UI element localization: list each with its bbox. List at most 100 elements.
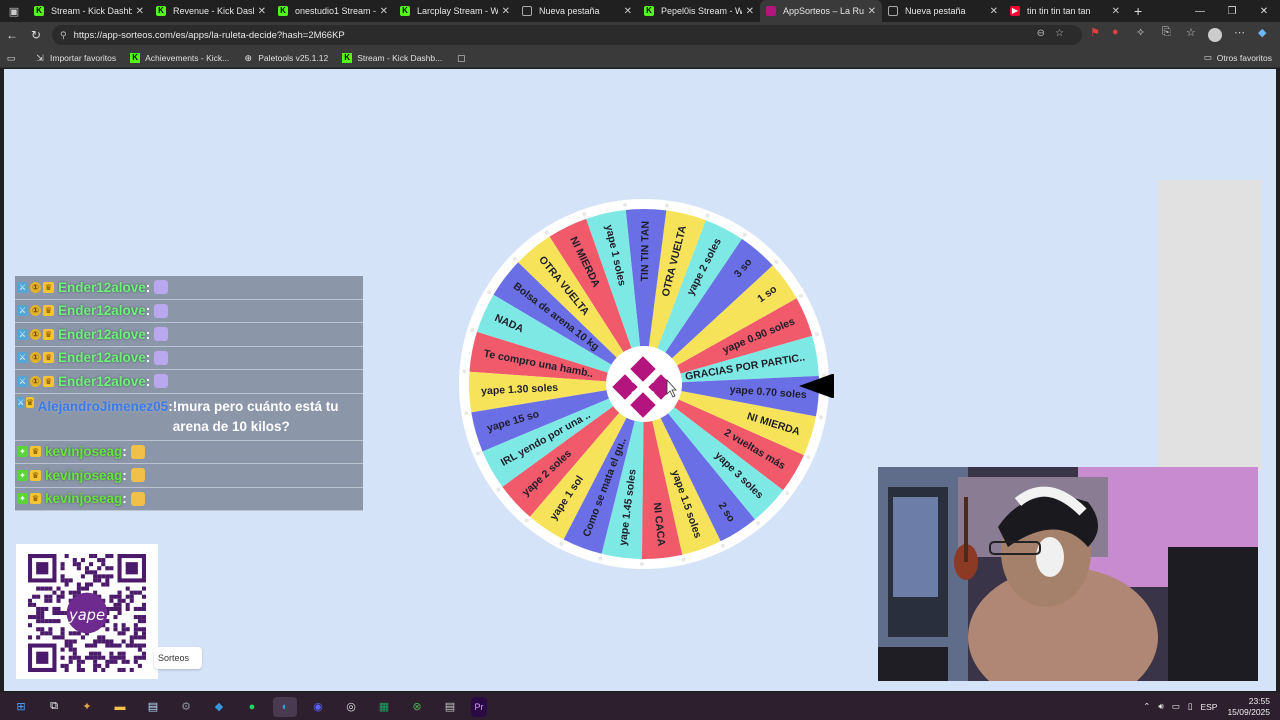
obs-icon[interactable]: ◎: [339, 697, 363, 717]
spotify-icon[interactable]: ●: [240, 697, 264, 717]
wheel-svg[interactable]: GRACIAS POR PARTIC..yape 0.90 soles1 so3…: [454, 194, 844, 574]
start-icon[interactable]: ⊞: [9, 697, 33, 717]
bookmark-item[interactable]: K Stream - Kick Dashb...: [342, 52, 442, 63]
chat-username[interactable]: Ender12alove: [58, 374, 146, 389]
close-tab-icon[interactable]: ✕: [380, 6, 388, 17]
favorite-star-icon[interactable]: ☆: [1055, 28, 1074, 39]
browser-tab[interactable]: ▶ tin tin tin tan tan ✕: [1004, 0, 1126, 22]
extension-icon[interactable]: ✧: [1136, 26, 1145, 39]
close-tab-icon[interactable]: ✕: [624, 6, 632, 17]
settings-icon[interactable]: ⚙: [174, 697, 198, 717]
bookmark-item[interactable]: ⊕ Paletools v25.1.12: [243, 53, 328, 63]
volume-icon[interactable]: 🔊︎: [1158, 701, 1163, 712]
chat-username[interactable]: kevinjoseag: [45, 491, 122, 506]
extension-icon[interactable]: ●: [1112, 26, 1119, 38]
chat-separator: :: [145, 350, 151, 366]
notepad-icon[interactable]: ▤: [141, 697, 165, 717]
minimize-icon[interactable]: —: [1184, 0, 1216, 22]
browser-tab[interactable]: Konestudio1 Stream - Watch ✕: [272, 0, 394, 22]
qr-module: [141, 602, 146, 607]
back-icon[interactable]: ←: [0, 28, 24, 42]
sub-badge-icon: ♛: [30, 493, 41, 505]
clock[interactable]: 23:55 15/09/2025: [1227, 696, 1270, 718]
browser-tab[interactable]: Nueva pestaña ✕: [882, 0, 1004, 22]
close-tab-icon[interactable]: ✕: [746, 6, 754, 17]
qr-module: [133, 590, 138, 595]
close-tab-icon[interactable]: ✕: [258, 6, 266, 17]
tray-chevron-icon[interactable]: ⌃: [1143, 701, 1150, 712]
capture-icon[interactable]: ▤: [438, 697, 462, 717]
close-tab-icon[interactable]: ✕: [868, 6, 876, 17]
profile-avatar[interactable]: [1208, 28, 1222, 42]
chat-username[interactable]: kevinjoseag: [45, 444, 122, 459]
close-tab-icon[interactable]: ✕: [990, 6, 998, 17]
network-icon[interactable]: ▭: [1172, 701, 1180, 712]
more-icon[interactable]: ⋯: [1234, 26, 1245, 39]
qr-module: [141, 631, 146, 636]
kick-icon: K: [278, 6, 288, 16]
browser-tab[interactable]: Nueva pestaña ✕: [516, 0, 638, 22]
browser-tab[interactable]: K Stream - Kick Dashboard ✕: [28, 0, 150, 22]
sidebar-toggle-icon[interactable]: ▭: [6, 53, 21, 63]
refresh-icon[interactable]: ↻: [24, 28, 48, 42]
copilot-icon[interactable]: ✦: [75, 697, 99, 717]
tab-title: tin tin tin tan tan: [1027, 6, 1091, 16]
chat-username[interactable]: Ender12alove: [58, 303, 146, 318]
reading-list-icon[interactable]: ▢: [456, 53, 471, 63]
bookmark-item[interactable]: K Achievements - Kick...: [130, 52, 229, 63]
system-tray: ⌃ 🔊︎ ▭ ▯ ESP 23:55 15/09/2025: [1143, 693, 1270, 720]
sub-badge-icon: ♛: [30, 469, 41, 481]
premiere-icon[interactable]: Pr: [471, 696, 487, 717]
qr-module: [113, 606, 118, 611]
task-view-icon[interactable]: ⧉: [42, 697, 66, 717]
wheel-peg: [623, 202, 628, 207]
sorteos-chip[interactable]: Sorteos: [154, 647, 202, 669]
split-screen-icon[interactable]: ⎘: [1162, 26, 1171, 39]
discord-icon[interactable]: ◉: [306, 697, 330, 717]
reader-icon[interactable]: ⊖: [1037, 28, 1055, 39]
chat-username[interactable]: kevinjoseag: [45, 468, 122, 483]
file-explorer-icon[interactable]: ▬: [108, 697, 132, 717]
wheel-peg: [681, 557, 686, 562]
edge-icon[interactable]: ◐: [273, 696, 297, 717]
bookmark-item[interactable]: ⇲ Importar favoritos: [35, 53, 116, 63]
xbox-icon[interactable]: ⊗: [405, 697, 429, 717]
appsorteos-icon: [766, 6, 776, 16]
chat-username[interactable]: Ender12alove: [58, 327, 146, 342]
vscode-icon[interactable]: ◆: [207, 697, 231, 717]
browser-tab[interactable]: K Revenue - Kick Dashboard ✕: [150, 0, 272, 22]
battery-icon[interactable]: ▯: [1188, 701, 1193, 712]
browser-tab[interactable]: AppSorteos – La Ruleta ✕: [760, 0, 882, 22]
close-tab-icon[interactable]: ✕: [1112, 6, 1120, 17]
excel-icon[interactable]: ▦: [372, 697, 396, 717]
kick-icon: K: [156, 6, 166, 16]
browser-tab[interactable]: K Larcplay Stream - Watch ✕: [394, 0, 516, 22]
extension-icon[interactable]: ⚑: [1090, 26, 1100, 39]
qr-module: [60, 594, 65, 599]
qr-module: [97, 566, 102, 571]
qr-module: [76, 562, 81, 567]
copilot-icon[interactable]: ◆: [1258, 26, 1266, 39]
prize-wheel[interactable]: GRACIAS POR PARTIC.. yape 0.90 soles 1 so 3…: [454, 194, 844, 574]
language-indicator[interactable]: ESP: [1200, 702, 1217, 712]
close-tab-icon[interactable]: ✕: [502, 6, 510, 17]
url-field[interactable]: ⚲ https://app-sorteos.com/es/apps/la-rul…: [52, 25, 1082, 45]
browser-menu-icon[interactable]: ▣: [0, 0, 28, 22]
close-window-icon[interactable]: ✕: [1248, 0, 1280, 22]
chat-username[interactable]: Ender12alove: [58, 280, 146, 295]
bookmarks-bar: ▭ ⇲ Importar favoritos K Achievements - Kic…: [0, 48, 1280, 68]
qr-module: [40, 586, 45, 591]
browser-tab[interactable]: K Pepel0is Stream - Watch ✕: [638, 0, 760, 22]
close-tab-icon[interactable]: ✕: [136, 6, 144, 17]
chat-username[interactable]: AlejandroJimenez05: [38, 397, 169, 417]
favorites-icon[interactable]: ☆: [1186, 26, 1196, 39]
maximize-icon[interactable]: ❐: [1216, 0, 1248, 22]
qr-module: [76, 586, 81, 591]
qr-module: [36, 606, 41, 611]
new-tab-button[interactable]: +: [1134, 3, 1142, 19]
chat-username[interactable]: Ender12alove: [58, 350, 146, 365]
site-info-icon[interactable]: ⚲: [60, 30, 67, 41]
qr-module: [129, 598, 134, 603]
qr-module: [28, 615, 33, 620]
other-bookmarks[interactable]: ▭ Otros favoritos: [1204, 52, 1272, 63]
